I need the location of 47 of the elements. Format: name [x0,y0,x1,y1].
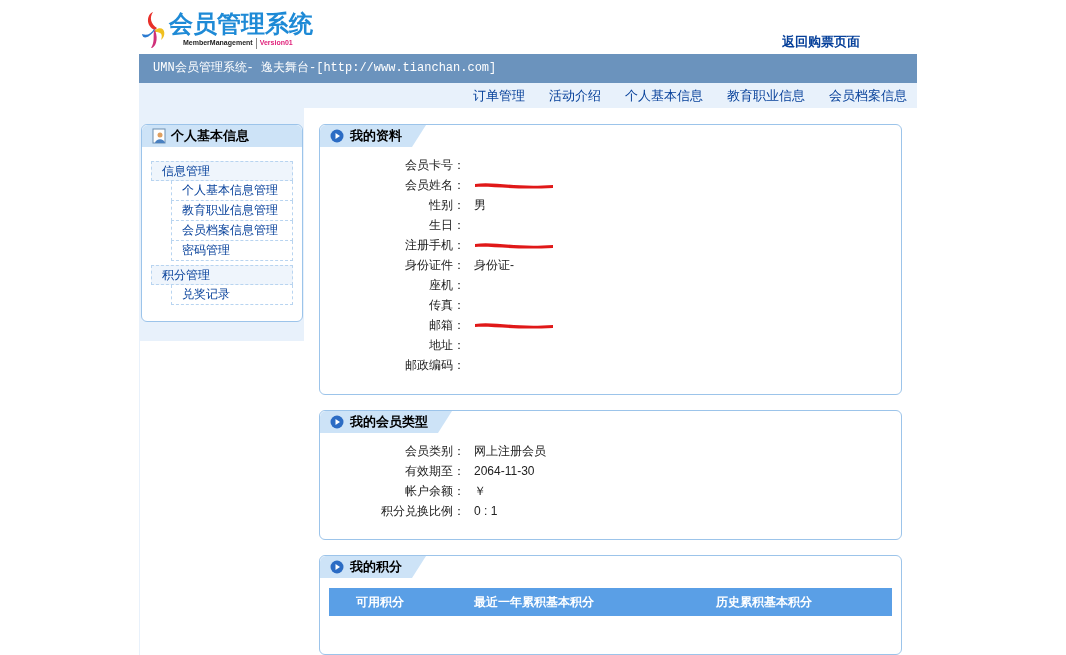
nav-link[interactable]: 个人基本信息 [625,85,703,106]
user-card-icon [152,128,167,144]
field-value: ￥ [474,483,486,500]
field-label: 邮政编码： [405,357,465,374]
field-label: 注册手机： [405,237,465,254]
field-value: 网上注册会员 [474,443,546,460]
field-label: 地址： [429,337,465,354]
column-header: 最近一年累积基本积分 [473,594,594,611]
sidebar-group[interactable]: 积分管理 [151,265,293,285]
field-label: 座机： [429,277,465,294]
section-title: 我的积分 [350,558,402,577]
sidebar-title: 个人基本信息 [171,127,249,146]
back-link[interactable]: 返回购票页面 [782,32,860,52]
play-icon [330,129,344,143]
nav-link[interactable]: 会员档案信息 [829,85,907,106]
sidebar-item[interactable]: 会员档案信息管理 [171,221,293,241]
field-label: 积分兑换比例： [381,503,465,520]
field-value: 男 [474,197,486,214]
sidebar-item[interactable]: 教育职业信息管理 [171,201,293,221]
column-header: 可用积分 [356,594,405,611]
column-header: 历史累积基本积分 [716,594,813,611]
nav-link[interactable]: 订单管理 [473,85,525,106]
field-label: 会员卡号： [405,157,465,174]
field-value: 2064-11-30 [474,463,535,480]
sidebar-item[interactable]: 密码管理 [171,241,293,261]
play-icon [330,560,344,574]
field-label: 生日： [429,217,465,234]
field-label: 会员姓名： [405,177,465,194]
section-title: 我的会员类型 [350,413,428,432]
field-value: 身份证- [474,257,514,274]
play-icon [330,415,344,429]
nav-link[interactable]: 活动介绍 [549,85,601,106]
field-label: 身份证件： [405,257,465,274]
nav-link[interactable]: 教育职业信息 [727,85,805,106]
sidebar-group[interactable]: 信息管理 [151,161,293,181]
field-label: 有效期至： [405,463,465,480]
sidebar-item[interactable]: 个人基本信息管理 [171,181,293,201]
banner-title: UMN会员管理系统- 逸夫舞台-[http://www.tianchan.com] [153,60,497,78]
section-title: 我的资料 [350,127,402,146]
field-label: 帐户余额： [405,483,465,500]
field-label: 性别： [429,197,465,214]
field-label: 邮箱： [429,317,465,334]
field-label: 传真： [429,297,465,314]
field-label: 会员类别： [405,443,465,460]
logo-title: 会员管理系统 [169,10,313,38]
sidebar-item[interactable]: 兑奖记录 [171,285,293,305]
field-value: 0 : 1 [474,503,498,520]
